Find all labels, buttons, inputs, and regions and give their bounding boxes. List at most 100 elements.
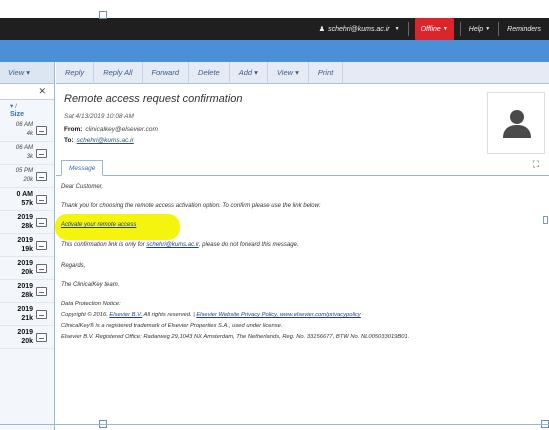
para2-text-b: , please do not forward this message. <box>198 242 299 248</box>
chevron-down-icon: ▼ <box>394 26 400 32</box>
view-dropdown[interactable]: View ▾ <box>0 62 54 84</box>
accent-bar <box>0 40 549 62</box>
user-menu[interactable]: ♟ schehri@kums.ac.ir ▼ <box>311 18 408 40</box>
help-menu[interactable]: Help ▼ <box>461 18 498 40</box>
reply-button[interactable]: Reply <box>56 61 95 84</box>
message-date: Sat 4/13/2019 10:08 AM <box>64 113 134 120</box>
message-icon <box>36 218 47 227</box>
from-address[interactable]: clinicalkey@elsevier.com <box>85 126 157 133</box>
offline-status-button[interactable]: Offline ▼ <box>414 18 454 40</box>
list-item-date: 0 AM <box>16 191 33 198</box>
para2-text-a: This confirmation link is only for <box>61 242 147 248</box>
regards-text: Regards, <box>61 263 86 269</box>
from-label: From: <box>64 126 83 133</box>
message-icon <box>36 126 47 135</box>
list-item-size: 4k <box>26 131 33 137</box>
intro-paragraph: Thank you for choosing the remote access… <box>61 203 321 209</box>
tab-message[interactable]: Message <box>61 160 104 176</box>
message-icon <box>36 195 47 204</box>
message-icon <box>36 333 47 342</box>
resize-handle[interactable] <box>543 216 548 224</box>
list-item-size: 28k <box>21 292 33 299</box>
sort-header[interactable]: ▾ / Size <box>0 100 54 119</box>
chevron-down-icon: ▼ <box>442 26 448 32</box>
sort-indicator: ▾ / <box>10 103 17 110</box>
resize-handle[interactable] <box>99 11 107 19</box>
list-item[interactable]: 2019 28k <box>0 280 54 303</box>
elsevier-link[interactable]: Elsevier B.V. <box>109 312 142 318</box>
list-item-date: 06 AM <box>15 145 33 151</box>
to-label: To: <box>64 137 74 144</box>
email-link[interactable]: schehri@kums.ac.ir <box>146 242 198 248</box>
user-icon: ♟ <box>318 26 326 33</box>
search-input[interactable]: ✕ <box>0 84 54 100</box>
divider <box>407 22 409 36</box>
offline-label: Offline <box>420 25 441 33</box>
message-icon <box>36 287 47 296</box>
message-to: To: schehri@kums.ac.ir <box>64 137 134 144</box>
list-item[interactable]: 2019 19k <box>0 234 54 257</box>
reply-all-button[interactable]: Reply All <box>94 61 143 84</box>
list-item-size: 28k <box>21 223 33 230</box>
list-item[interactable]: 0 AM 57k <box>0 188 54 211</box>
list-item-date: 2019 <box>17 237 33 244</box>
confirmation-paragraph: This confirmation link is only for scheh… <box>61 242 299 248</box>
list-item-date: 2019 <box>17 214 33 221</box>
greeting-text: Dear Customer, <box>61 184 104 190</box>
message-icon <box>36 149 47 158</box>
chevron-down-icon: ▼ <box>485 26 491 32</box>
list-item[interactable]: 2019 20k <box>0 257 54 280</box>
list-item[interactable]: 05 PM 20k <box>0 165 54 188</box>
list-item-date: 2019 <box>17 260 33 267</box>
message-toolbar: Reply Reply All Forward Delete Add ▾ Vie… <box>56 61 549 84</box>
user-email: schehri@kums.ac.ir <box>328 25 390 33</box>
list-item-date: 2019 <box>17 306 33 313</box>
list-item[interactable]: 2019 21k <box>0 303 54 326</box>
reminders-button[interactable]: Reminders <box>499 18 549 40</box>
copyright-text-b: All rights reserved. | <box>142 312 197 318</box>
message-icon <box>36 310 47 319</box>
list-item[interactable]: 2019 20k <box>0 326 54 349</box>
message-list-pane: View ▾ ✕ ▾ / Size 06 AM 4k 06 AM 3k 05 PM 20k… <box>0 62 55 430</box>
message-icon <box>36 264 47 273</box>
list-item-size: 19k <box>21 246 33 253</box>
list-item[interactable]: 06 AM 4k <box>0 119 54 142</box>
expand-icon[interactable]: ⛶ <box>533 159 539 170</box>
list-item-size: 20k <box>21 269 33 276</box>
top-nav-items: ♟ schehri@kums.ac.ir ▼ Offline ▼ Help ▼ … <box>311 18 549 40</box>
list-item-size: 3k <box>26 154 33 160</box>
list-item[interactable]: 2019 28k <box>0 211 54 234</box>
copyright-text-a: Copyright © 2016. <box>61 312 110 318</box>
copyright-line: Copyright © 2016. Elsevier B.V. All righ… <box>61 312 361 318</box>
help-label: Help <box>468 25 484 33</box>
size-column-header: Size <box>10 111 25 118</box>
team-text: The ClinicalKey team. <box>61 282 120 288</box>
close-icon[interactable]: ✕ <box>38 86 46 97</box>
to-address[interactable]: schehri@kums.ac.ir <box>77 137 134 144</box>
registered-office-line: Elsevier B.V. Registered Office: Radarwe… <box>61 334 410 340</box>
message-icon <box>36 241 47 250</box>
forward-button[interactable]: Forward <box>143 61 190 84</box>
activate-remote-access-link[interactable]: Activate your remote access <box>61 222 136 228</box>
list-item-date: 06 AM <box>15 122 33 128</box>
list-item[interactable]: 06 AM 3k <box>0 142 54 165</box>
message-subject: Remote access request confirmation <box>64 93 243 105</box>
message-icon <box>36 172 47 181</box>
view-dropdown-toolbar[interactable]: View ▾ <box>268 61 309 84</box>
activate-link-line: Activate your remote access <box>61 222 136 228</box>
list-item-date: 05 PM <box>15 168 33 174</box>
reminders-label: Reminders <box>507 25 541 33</box>
list-item-size: 21k <box>21 315 33 322</box>
person-icon <box>503 110 531 138</box>
list-item-size: 57k <box>21 200 33 207</box>
delete-button[interactable]: Delete <box>189 61 230 84</box>
list-item-size: 20k <box>21 338 33 345</box>
list-item-size: 20k <box>23 177 33 183</box>
print-button[interactable]: Print <box>309 61 344 84</box>
add-dropdown[interactable]: Add ▾ <box>230 61 268 84</box>
list-item-date: 2019 <box>17 283 33 290</box>
trademark-line: ClinicalKey® is a registered trademark o… <box>61 323 283 329</box>
frame-border <box>0 424 549 425</box>
privacy-policy-link[interactable]: Elsevier Website Privacy Policy, www.els… <box>196 312 361 318</box>
list-item-date: 2019 <box>17 329 33 336</box>
